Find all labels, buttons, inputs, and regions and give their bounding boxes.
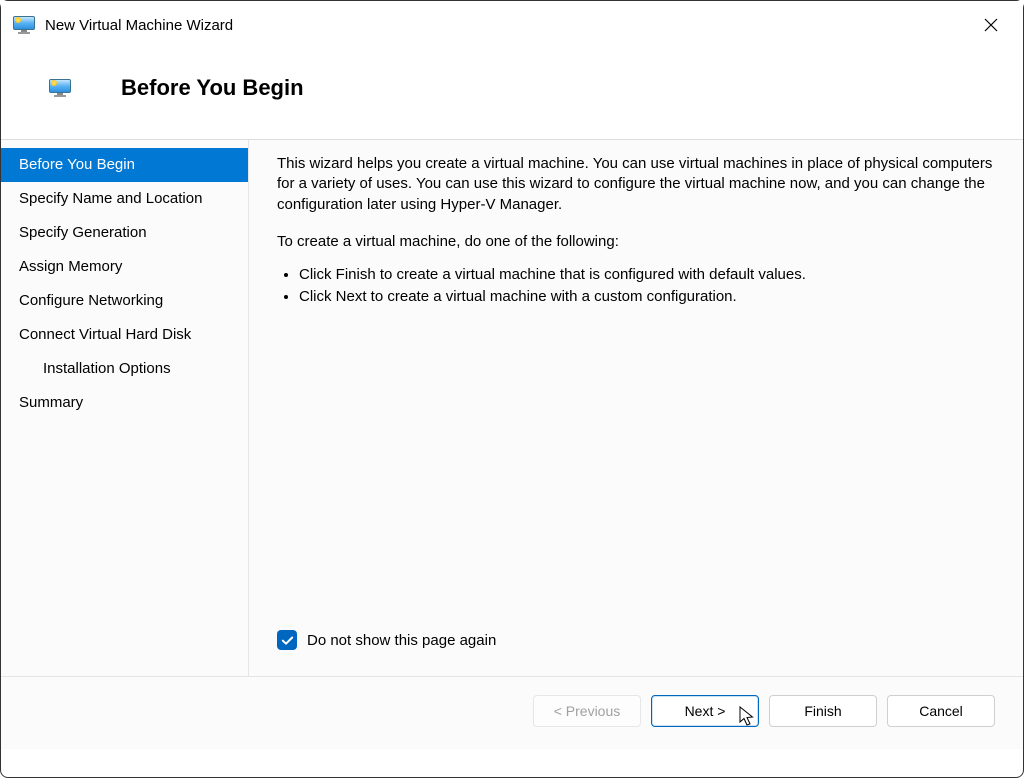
sidebar-item[interactable]: Before You Begin — [1, 148, 248, 182]
intro-text: This wizard helps you create a virtual m… — [277, 154, 993, 215]
wizard-button-bar: < Previous Next > Finish Cancel — [1, 676, 1023, 749]
sidebar-item[interactable]: Summary — [1, 386, 248, 420]
finish-button[interactable]: Finish — [769, 695, 877, 727]
do-not-show-row: Do not show this page again — [277, 630, 993, 650]
titlebar: New Virtual Machine Wizard — [1, 1, 1023, 49]
window-title: New Virtual Machine Wizard — [45, 17, 233, 34]
wizard-header-icon — [49, 79, 71, 97]
wizard-steps-sidebar: Before You BeginSpecify Name and Locatio… — [1, 140, 249, 676]
instruction-bullet: Click Next to create a virtual machine w… — [299, 286, 993, 309]
next-button[interactable]: Next > — [651, 695, 759, 727]
sidebar-item[interactable]: Connect Virtual Hard Disk — [1, 318, 248, 352]
sidebar-item[interactable]: Assign Memory — [1, 250, 248, 284]
sidebar-item[interactable]: Configure Networking — [1, 284, 248, 318]
content-area: Before You BeginSpecify Name and Locatio… — [1, 140, 1023, 676]
app-icon — [13, 16, 35, 34]
previous-button: < Previous — [533, 695, 641, 727]
close-icon[interactable] — [971, 9, 1011, 41]
do-not-show-checkbox[interactable] — [277, 630, 297, 650]
cancel-button[interactable]: Cancel — [887, 695, 995, 727]
main-panel: This wizard helps you create a virtual m… — [249, 140, 1023, 676]
instruction-bullet: Click Finish to create a virtual machine… — [299, 264, 993, 287]
instruction-bullets: Click Finish to create a virtual machine… — [277, 264, 993, 309]
sidebar-item[interactable]: Specify Name and Location — [1, 182, 248, 216]
do-not-show-label: Do not show this page again — [307, 632, 496, 649]
sidebar-item[interactable]: Specify Generation — [1, 216, 248, 250]
sidebar-item[interactable]: Installation Options — [1, 352, 248, 386]
page-title: Before You Begin — [121, 75, 304, 101]
wizard-header: Before You Begin — [1, 49, 1023, 139]
instruction-lead: To create a virtual machine, do one of t… — [277, 233, 993, 250]
